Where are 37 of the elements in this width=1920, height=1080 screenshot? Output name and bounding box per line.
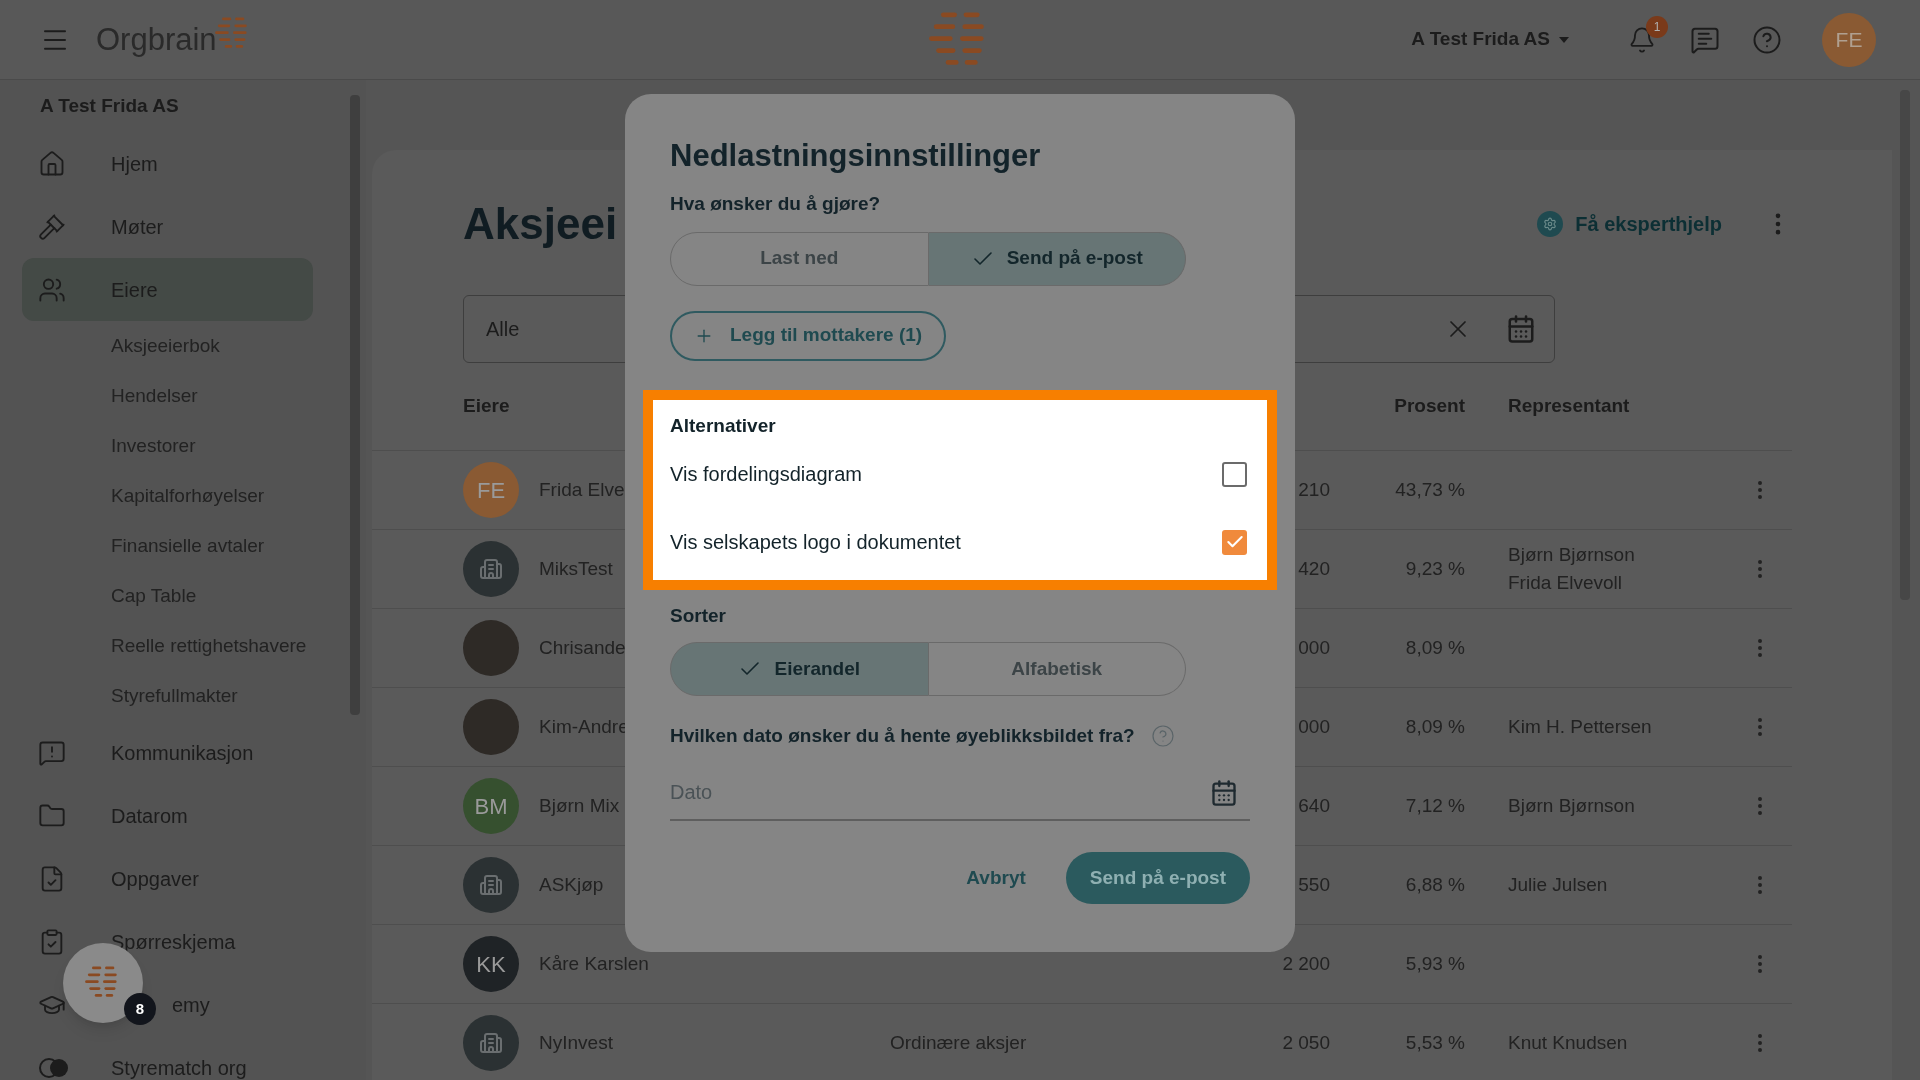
column-header: Prosent xyxy=(1393,394,1465,419)
representative-name: Bjørn Bjørnson xyxy=(1508,794,1636,818)
share-count: 2 050 xyxy=(1281,1030,1330,1055)
section-title: Alternativer xyxy=(670,413,777,438)
share-count: 420 xyxy=(1297,556,1330,581)
share-type: Ordinære aksjer xyxy=(890,1031,1027,1053)
avatar: FE xyxy=(463,462,519,518)
representative-name: Bjørn Bjørnson xyxy=(1508,543,1636,567)
question-label: Hvilken dato ønsker du å hente øyeblikksbildet fra? xyxy=(670,724,1135,748)
percent-value: 8,09 % xyxy=(1404,714,1465,739)
notification-badge: 1 xyxy=(1646,15,1668,38)
percent-value: 7,12 % xyxy=(1404,793,1465,818)
representative-name: Julie Julsen xyxy=(1508,873,1609,897)
percent-value: 6,88 % xyxy=(1404,872,1465,897)
avatar: BM xyxy=(463,778,519,834)
column-header: Representant xyxy=(1507,394,1631,419)
column-header: Eiere xyxy=(463,394,511,419)
percent-value: 43,73 % xyxy=(1394,477,1465,502)
percent-value: 9,23 % xyxy=(1404,556,1465,581)
option-label: Vis fordelingsdiagram xyxy=(670,462,862,487)
dialog-title: Nedlastningsinnstillinger xyxy=(670,137,1042,175)
option-label: Vis selskapets logo i dokumentet xyxy=(670,530,961,555)
representative-name: Kim H. Pettersen xyxy=(1508,715,1653,739)
share-count: 2 200 xyxy=(1281,951,1330,976)
percent-value: 5,93 % xyxy=(1404,951,1465,976)
percent-value: 8,09 % xyxy=(1404,635,1465,660)
share-count: 640 xyxy=(1297,793,1330,818)
share-count: 210 xyxy=(1297,477,1330,502)
share-count: 000 xyxy=(1297,635,1330,660)
share-count: 000 xyxy=(1297,714,1330,739)
question-label: Hva ønsker du å gjøre? xyxy=(670,192,882,216)
representative-name: Frida Elvevoll xyxy=(1508,571,1624,595)
page-title: Aksjeei xyxy=(463,197,618,250)
avatar: KK xyxy=(463,936,519,992)
representative-name: Knut Knudsen xyxy=(1508,1031,1629,1055)
percent-value: 5,53 % xyxy=(1404,1030,1465,1055)
section-title: Sorter xyxy=(670,603,727,628)
